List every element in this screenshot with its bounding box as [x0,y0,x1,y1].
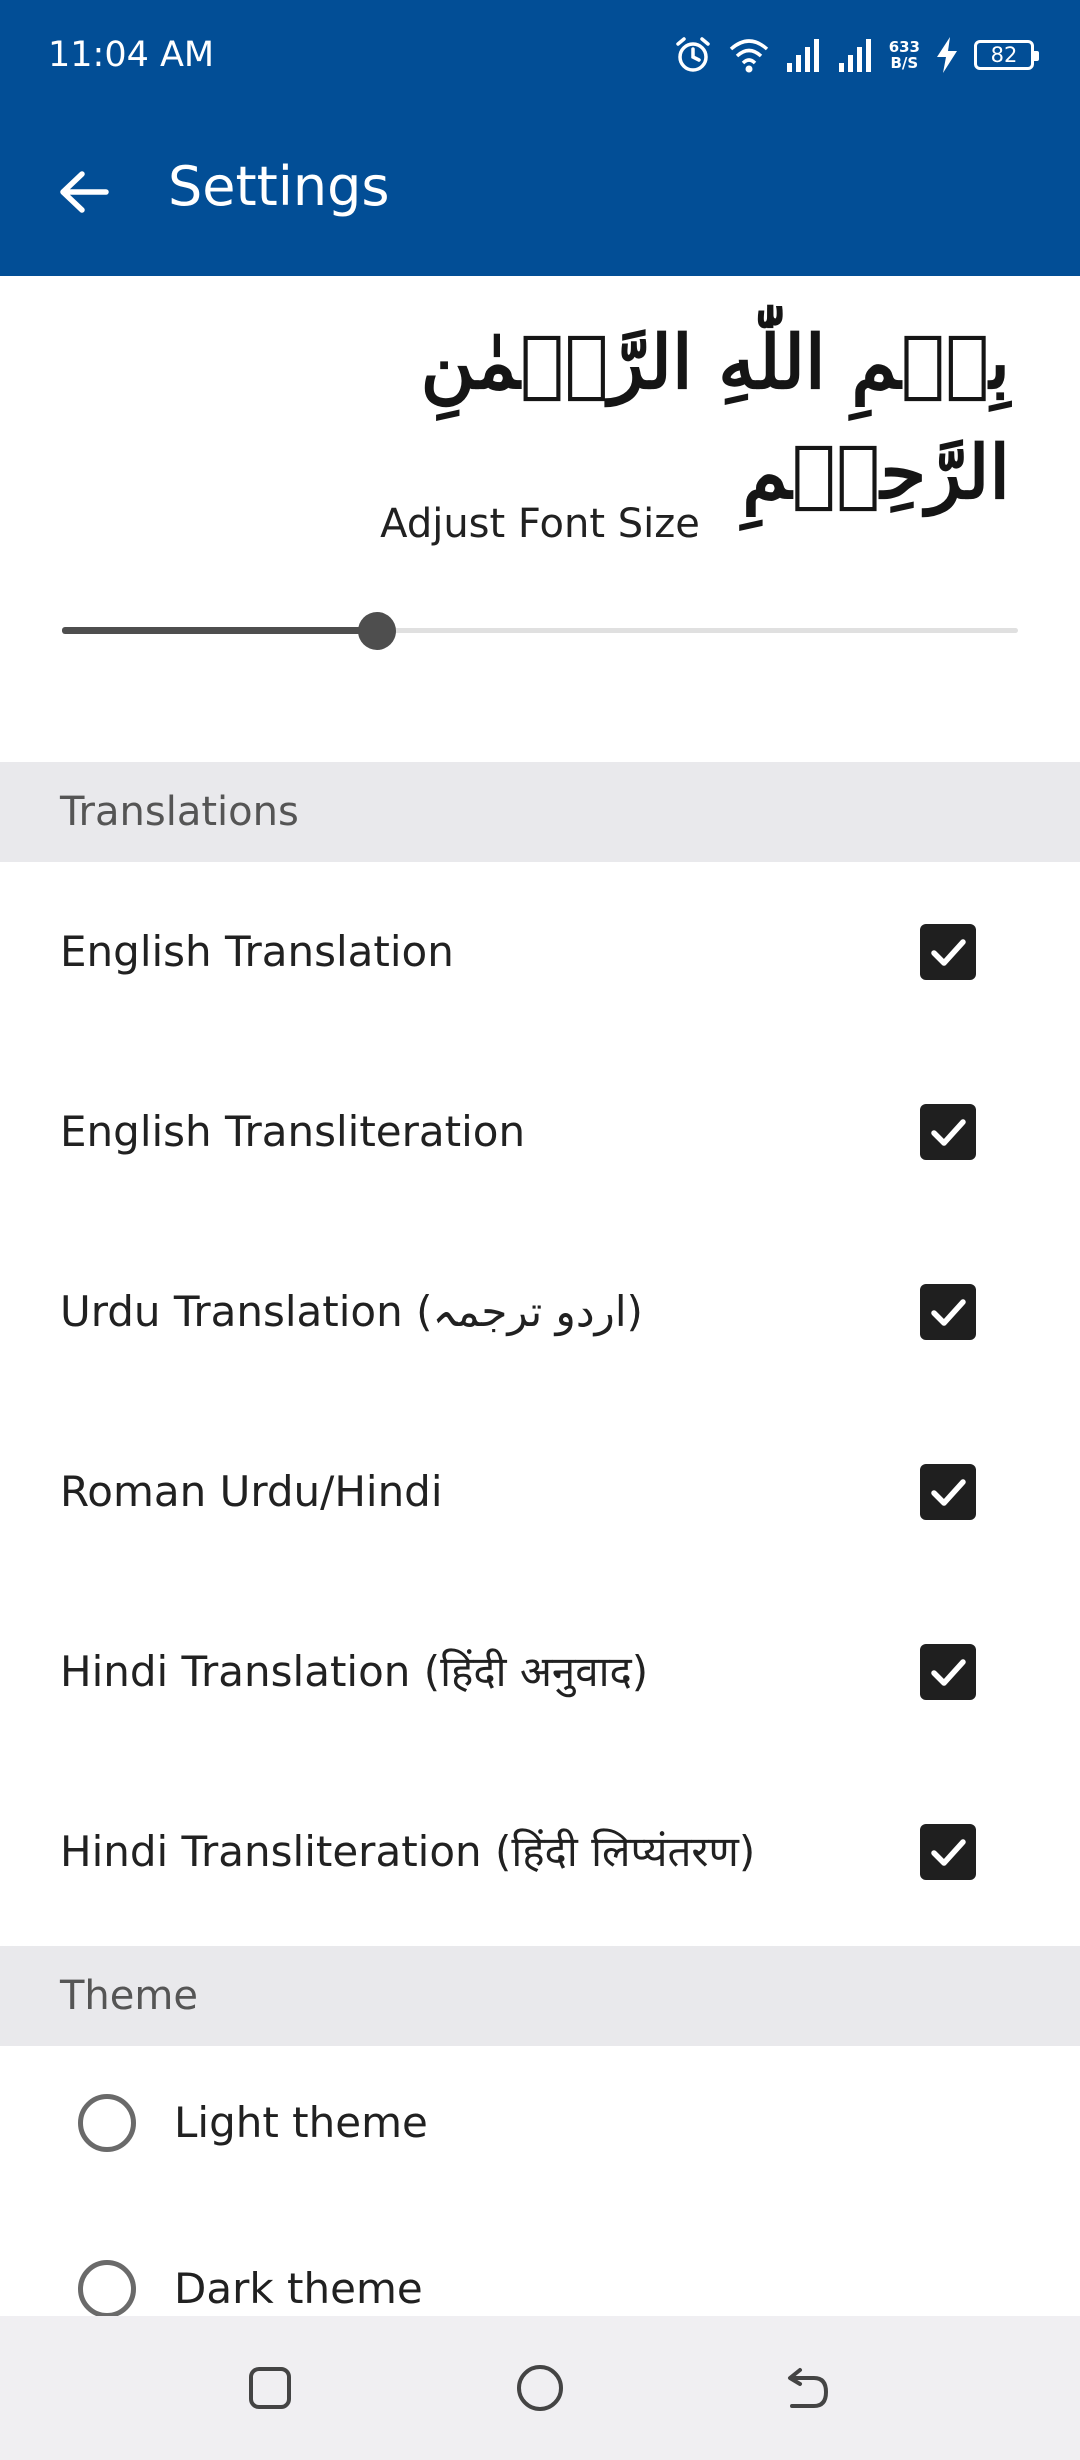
font-size-slider[interactable] [62,608,1018,652]
checkbox[interactable] [920,1824,976,1880]
row-label: Hindi Translation (हिंदी अनुवाद) [60,1647,649,1696]
bismillah-text: بِسۡمِ اللّٰهِ الرَّحۡمٰنِ الرَّحِيۡمِ [420,320,1010,516]
signal-icon [785,35,823,75]
navigation-bar [0,2316,1080,2460]
signal-icon [837,35,875,75]
back-button[interactable] [54,162,114,222]
arrow-back-icon [60,171,109,213]
status-icons: 633 B/S 82 [673,30,1039,80]
app-header: 11:04 AM 633 B/S 82 Settings [0,0,1080,276]
check-icon [931,1299,966,1326]
translations-list: English Translation English Transliterat… [0,862,1080,1942]
network-speed-value: 633 [888,38,920,56]
section-header-theme: Theme [0,1946,1080,2046]
check-icon [931,1479,966,1506]
row-label: English Translation [60,927,454,976]
page-title: Settings [168,155,390,218]
radio-label: Dark theme [174,2264,423,2313]
check-icon [931,1839,966,1866]
network-speed-unit: B/S [890,54,919,72]
row-label: Urdu Translation (اردو ترجمہ) [60,1287,643,1336]
check-icon [931,1119,966,1146]
checkbox[interactable] [920,924,976,980]
checkbox[interactable] [920,1464,976,1520]
checkbox[interactable] [920,1644,976,1700]
section-header-translations: Translations [0,762,1080,862]
translation-row-urdu[interactable]: Urdu Translation (اردو ترجمہ) [0,1222,1080,1402]
alarm-icon [673,35,713,75]
back-icon [788,2368,829,2408]
recents-icon [249,2367,291,2409]
radio-label: Light theme [174,2098,428,2147]
checkbox[interactable] [920,1284,976,1340]
translation-row-english[interactable]: English Translation [0,862,1080,1042]
network-speed: 633 B/S [889,39,920,71]
system-back-button[interactable] [776,2356,840,2420]
row-label: English Transliteration [60,1107,526,1156]
radio-button[interactable] [78,2094,136,2152]
row-label: Roman Urdu/Hindi [60,1467,443,1516]
row-label: Hindi Transliteration (हिंदी लिप्यंतरण) [60,1827,756,1876]
translation-row-hindi[interactable]: Hindi Translation (हिंदी अनुवाद) [0,1582,1080,1762]
battery-icon: 82 [974,40,1039,70]
home-icon [517,2365,563,2411]
charging-icon [934,35,960,75]
status-time: 11:04 AM [48,35,215,75]
translation-row-hindi-transliteration[interactable]: Hindi Transliteration (हिंदी लिप्यंतरण) [0,1762,1080,1942]
checkbox[interactable] [920,1104,976,1160]
wifi-icon [727,35,771,75]
battery-level: 82 [990,43,1018,67]
translation-row-english-transliteration[interactable]: English Transliteration [0,1042,1080,1222]
recents-button[interactable] [238,2356,302,2420]
check-icon [931,1659,966,1686]
slider-fill [62,627,378,634]
translation-row-roman-urdu[interactable]: Roman Urdu/Hindi [0,1402,1080,1582]
slider-thumb[interactable] [358,612,397,650]
home-button[interactable] [508,2356,572,2420]
check-icon [931,939,966,966]
theme-option-light[interactable]: Light theme [0,2050,1080,2190]
font-size-label: Adjust Font Size [380,501,700,547]
radio-button[interactable] [78,2260,136,2318]
